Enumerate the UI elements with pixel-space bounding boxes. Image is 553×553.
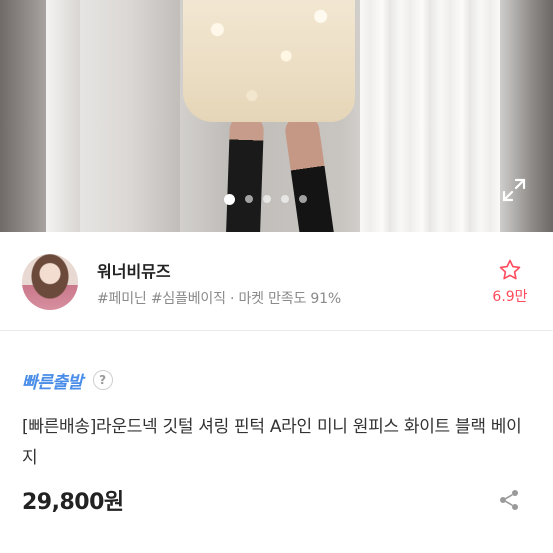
carousel-indicator: [224, 193, 307, 205]
product-title: [빠른배송]라운드넥 깃털 셔링 핀턱 A라인 미니 원피스 화이트 블랙 베이…: [22, 417, 522, 468]
product-dress: [183, 0, 355, 122]
seller-tags: #페미닌 #심플베이직 · 마켓 만족도 91%: [97, 291, 341, 307]
product-price: 29,800원: [22, 490, 124, 515]
expand-icon[interactable]: [501, 177, 527, 203]
carousel-dot[interactable]: [245, 195, 253, 203]
photo-background: [0, 0, 46, 232]
seller-avatar[interactable]: [22, 254, 78, 310]
fast-shipping-row: 빠른출발 ?: [22, 368, 113, 393]
wish-count: 6.9만: [492, 289, 528, 305]
carousel-dot-active[interactable]: [224, 193, 235, 205]
seller-section[interactable]: 워너비뮤즈 #페미닌 #심플베이직 · 마켓 만족도 91% 6.9만: [0, 232, 553, 331]
wish-button[interactable]: 6.9만: [488, 258, 532, 306]
product-image-carousel[interactable]: [0, 0, 553, 232]
model-leg: [225, 115, 265, 232]
carousel-dot[interactable]: [299, 195, 307, 203]
seller-name[interactable]: 워너비뮤즈: [97, 258, 171, 282]
fast-shipping-badge: 빠른출발: [22, 372, 83, 393]
help-icon[interactable]: ?: [92, 370, 113, 390]
photo-background: [46, 0, 80, 232]
carousel-dot[interactable]: [263, 195, 271, 203]
share-icon[interactable]: [497, 488, 521, 512]
carousel-dot[interactable]: [281, 195, 289, 203]
star-icon[interactable]: [498, 258, 522, 282]
